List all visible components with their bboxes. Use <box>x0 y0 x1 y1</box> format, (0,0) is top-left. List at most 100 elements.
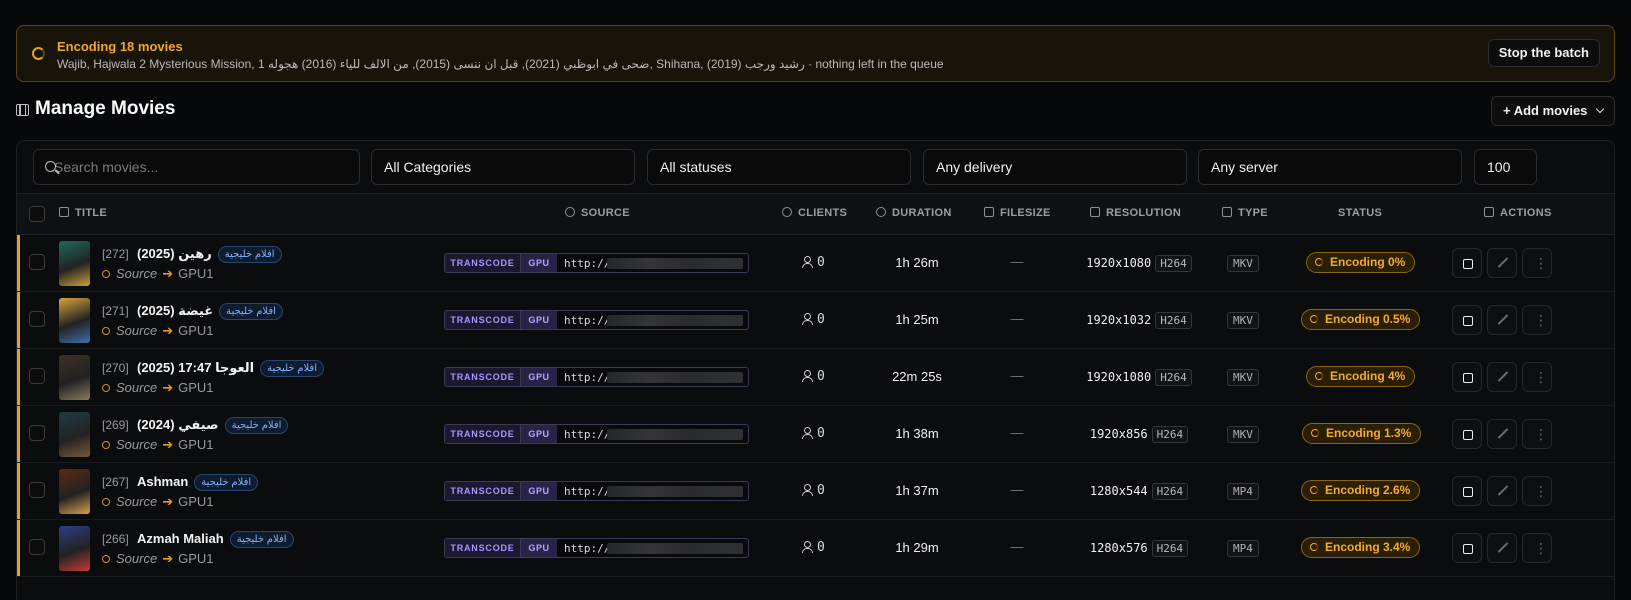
column-source[interactable]: SOURCE <box>565 207 630 219</box>
more-icon[interactable] <box>1522 248 1552 278</box>
user-icon <box>802 484 813 496</box>
url-text: http:// <box>564 257 611 270</box>
movie-title-cell[interactable]: (2025) غيضة افلام خليجية <box>137 303 283 320</box>
spinner-icon <box>1315 372 1323 380</box>
stop-icon[interactable] <box>1452 248 1482 278</box>
stop-icon[interactable] <box>1452 533 1482 563</box>
search-icon <box>45 161 56 172</box>
stop-icon[interactable] <box>1452 362 1482 392</box>
table-row[interactable]: [269] (2024) صيفي افلام خليجية Source ➔ GPU… <box>17 406 1614 463</box>
filesize: — <box>1010 425 1024 440</box>
monitor-icon <box>1090 207 1100 217</box>
source-url[interactable]: TRANSCODE GPU http:// <box>444 481 749 501</box>
movie-title-cell[interactable]: (2025) رهين افلام خليجية <box>137 246 282 263</box>
column-filesize[interactable]: FILESIZE <box>984 207 1051 219</box>
duration: 22m 25s <box>892 369 942 384</box>
movie-title: (2025) 17:47 العوجا <box>137 360 255 375</box>
column-type[interactable]: TYPE <box>1222 207 1268 219</box>
category-badge: افلام خليجية <box>194 474 259 491</box>
source-line: Source ➔ GPU1 <box>102 266 214 282</box>
file-icon <box>984 207 994 217</box>
column-resolution[interactable]: RESOLUTION <box>1090 207 1181 219</box>
source-url[interactable]: TRANSCODE GPU http:// <box>444 310 749 330</box>
file-icon <box>1222 207 1232 217</box>
gpu-tag: GPU <box>520 482 557 500</box>
edit-icon[interactable] <box>1487 248 1517 278</box>
table-row[interactable]: [272] (2025) رهين افلام خليجية Source ➔ GPU… <box>17 235 1614 292</box>
stop-icon[interactable] <box>1452 419 1482 449</box>
search-input[interactable] <box>54 159 314 175</box>
status-select[interactable]: All statuses <box>647 149 911 185</box>
table-row[interactable]: [266] Azmah Maliah افلام خليجية Source ➔ GP… <box>17 520 1614 577</box>
more-icon[interactable] <box>1522 305 1552 335</box>
source-url[interactable]: TRANSCODE GPU http:// <box>444 253 749 273</box>
source-url[interactable]: TRANSCODE GPU http:// <box>444 367 749 387</box>
type-badge: MP4 <box>1227 540 1259 557</box>
movie-title-cell[interactable]: (2025) 17:47 العوجا افلام خليجية <box>137 360 324 377</box>
encoding-indicator <box>17 292 20 348</box>
add-movies-label: + Add movies <box>1503 103 1588 118</box>
search-field[interactable] <box>33 149 360 185</box>
row-checkbox[interactable] <box>29 311 45 327</box>
edit-icon[interactable] <box>1487 362 1517 392</box>
table-row[interactable]: [267] Ashman افلام خليجية Source ➔ GPU1 TRA… <box>17 463 1614 520</box>
stop-icon[interactable] <box>1452 476 1482 506</box>
source-url[interactable]: TRANSCODE GPU http:// <box>444 538 749 558</box>
row-checkbox[interactable] <box>29 539 45 555</box>
more-icon[interactable] <box>1522 476 1552 506</box>
clients-count: 0 <box>802 483 825 498</box>
clients-count: 0 <box>802 255 825 270</box>
movies-card: All Categories All statuses Any delivery… <box>16 140 1615 600</box>
column-status[interactable]: STATUS <box>1338 207 1382 219</box>
row-checkbox[interactable] <box>29 254 45 270</box>
more-icon[interactable] <box>1522 362 1552 392</box>
spinner-icon <box>1310 486 1318 494</box>
duration: 1h 25m <box>895 312 939 327</box>
table-row[interactable]: [270] (2025) 17:47 العوجا افلام خليجية So… <box>17 349 1614 406</box>
gpu-tag: GPU <box>520 368 557 386</box>
delivery-select[interactable]: Any delivery <box>923 149 1187 185</box>
stop-batch-button[interactable]: Stop the batch <box>1487 39 1600 67</box>
edit-icon[interactable] <box>1487 419 1517 449</box>
movie-title-cell[interactable]: Ashman افلام خليجية <box>137 474 259 491</box>
filesize: — <box>1010 311 1024 326</box>
film-icon <box>16 104 29 116</box>
server-select[interactable]: Any server <box>1198 149 1462 185</box>
user-icon <box>802 256 813 268</box>
movie-title-cell[interactable]: (2024) صيفي افلام خليجية <box>137 417 289 434</box>
edit-icon[interactable] <box>1487 533 1517 563</box>
row-checkbox[interactable] <box>29 368 45 384</box>
source-status-icon <box>102 498 110 506</box>
more-icon[interactable] <box>1522 419 1552 449</box>
movie-id: [267] <box>102 475 129 489</box>
stop-icon[interactable] <box>1452 305 1482 335</box>
per-page-select[interactable]: 100 <box>1474 149 1537 185</box>
table-row[interactable]: [271] (2025) غيضة افلام خليجية Source ➔ GPU… <box>17 292 1614 349</box>
url-text: http:// <box>564 485 611 498</box>
column-duration[interactable]: DURATION <box>876 207 952 219</box>
column-title[interactable]: TITLE <box>59 207 107 219</box>
resolution: 1920x1080 H264 <box>1059 254 1219 272</box>
link-icon <box>565 207 575 217</box>
category-select[interactable]: All Categories <box>371 149 635 185</box>
table-header: TITLE SOURCE CLIENTS DURATION FILESIZE R… <box>17 193 1614 235</box>
encoding-indicator <box>17 235 20 291</box>
column-clients[interactable]: CLIENTS <box>782 207 847 219</box>
edit-icon[interactable] <box>1487 305 1517 335</box>
encoding-indicator <box>17 463 20 519</box>
add-movies-button[interactable]: + Add movies <box>1491 96 1615 126</box>
row-checkbox[interactable] <box>29 425 45 441</box>
edit-icon[interactable] <box>1487 476 1517 506</box>
encoding-indicator <box>17 349 20 405</box>
source-url[interactable]: TRANSCODE GPU http:// <box>444 424 749 444</box>
select-all-checkbox[interactable] <box>29 206 45 222</box>
clients-count: 0 <box>802 312 825 327</box>
sliders-icon <box>1484 207 1494 217</box>
source-line: Source ➔ GPU1 <box>102 323 214 339</box>
source-line: Source ➔ GPU1 <box>102 437 214 453</box>
source-line: Source ➔ GPU1 <box>102 551 214 567</box>
type-badge: MKV <box>1227 426 1259 443</box>
more-icon[interactable] <box>1522 533 1552 563</box>
row-checkbox[interactable] <box>29 482 45 498</box>
movie-title-cell[interactable]: Azmah Maliah افلام خليجية <box>137 531 294 548</box>
